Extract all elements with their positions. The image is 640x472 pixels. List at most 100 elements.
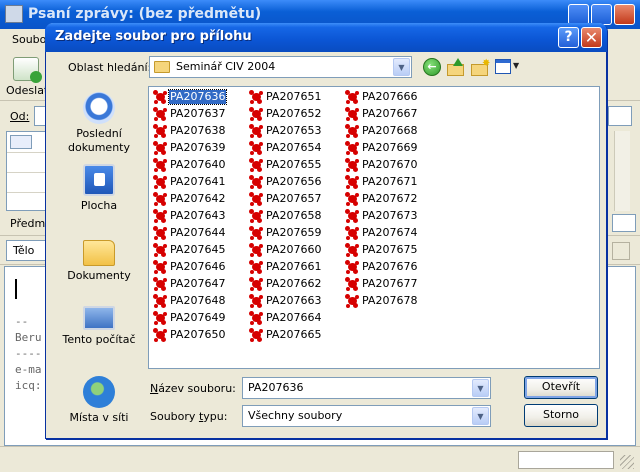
file-item[interactable]: PA207654 [247, 140, 339, 156]
file-item[interactable]: PA207649 [151, 310, 243, 326]
cancel-button[interactable]: Storno [524, 404, 598, 427]
place-network[interactable]: Místa v síti [55, 376, 143, 425]
file-item[interactable]: PA207665 [247, 327, 339, 343]
help-button[interactable]: ? [558, 27, 579, 48]
file-item[interactable]: PA207637 [151, 106, 243, 122]
red-file-icon [345, 90, 359, 104]
file-item[interactable]: PA207650 [151, 327, 243, 343]
file-item[interactable]: PA207666 [343, 89, 435, 105]
send-icon [13, 57, 42, 83]
file-item[interactable]: PA207675 [343, 242, 435, 258]
filename-input[interactable]: PA207636 ▼ [242, 377, 491, 399]
file-item[interactable]: PA207662 [247, 276, 339, 292]
file-name: PA207678 [362, 294, 418, 307]
file-item[interactable]: PA207664 [247, 310, 339, 326]
file-item[interactable]: PA207667 [343, 106, 435, 122]
attach-file-dialog: Zadejte soubor pro přílohu ? ✕ Oblast hl… [45, 23, 607, 439]
file-item[interactable]: PA207638 [151, 123, 243, 139]
file-name: PA207667 [362, 107, 418, 120]
file-item[interactable]: PA207652 [247, 106, 339, 122]
file-name: PA207671 [362, 175, 418, 188]
file-name: PA207665 [266, 328, 322, 341]
place-desktop[interactable]: Plocha [55, 164, 143, 213]
file-item[interactable]: PA207659 [247, 225, 339, 241]
from-dropdown[interactable] [608, 106, 632, 126]
file-item[interactable]: PA207676 [343, 259, 435, 275]
file-item[interactable]: PA207643 [151, 208, 243, 224]
red-file-icon [153, 277, 167, 291]
place-my-computer[interactable]: Tento počítač [55, 306, 143, 347]
body-format-select[interactable]: Tělo [6, 240, 48, 261]
file-item[interactable]: PA207658 [247, 208, 339, 224]
file-item[interactable]: PA207646 [151, 259, 243, 275]
filetype-label: Soubory typu: [150, 410, 228, 423]
chevron-down-icon[interactable]: ▼ [393, 58, 410, 76]
file-item[interactable]: PA207639 [151, 140, 243, 156]
file-item[interactable]: PA207657 [247, 191, 339, 207]
red-file-icon [249, 243, 263, 257]
red-file-icon [345, 124, 359, 138]
new-folder-icon[interactable]: ✸ [471, 58, 490, 76]
format-toolbar-button[interactable] [612, 242, 630, 260]
maximize-icon[interactable] [591, 4, 612, 25]
send-button[interactable]: Odeslat [6, 57, 48, 97]
red-file-icon [249, 311, 263, 325]
back-icon[interactable]: ← [423, 58, 441, 76]
file-item[interactable]: PA207647 [151, 276, 243, 292]
file-item[interactable]: PA207655 [247, 157, 339, 173]
file-item[interactable]: PA207674 [343, 225, 435, 241]
file-item[interactable]: PA207670 [343, 157, 435, 173]
file-item[interactable]: PA207636 [151, 89, 243, 105]
file-item[interactable]: PA207673 [343, 208, 435, 224]
file-item[interactable]: PA207660 [247, 242, 339, 258]
compose-title: Psaní zprávy: (bez předmětu) [28, 6, 262, 22]
minimize-icon[interactable] [568, 4, 589, 25]
file-item[interactable]: PA207640 [151, 157, 243, 173]
up-folder-icon[interactable] [447, 58, 466, 76]
file-item[interactable]: PA207678 [343, 293, 435, 309]
file-item[interactable]: PA207656 [247, 174, 339, 190]
recipient-type-dropdown[interactable] [10, 135, 32, 149]
filetype-dropdown[interactable]: Všechny soubory ▼ [242, 405, 491, 427]
resize-grip-icon[interactable] [620, 455, 634, 469]
file-name: PA207664 [266, 311, 322, 324]
place-documents[interactable]: Dokumenty [55, 234, 143, 283]
file-item[interactable]: PA207672 [343, 191, 435, 207]
place-recent-documents[interactable]: Poslední dokumenty [55, 92, 143, 155]
dialog-title-bar[interactable]: Zadejte soubor pro přílohu ? ✕ [45, 23, 607, 52]
red-file-icon [249, 294, 263, 308]
file-item[interactable]: PA207644 [151, 225, 243, 241]
file-item[interactable]: PA207645 [151, 242, 243, 258]
recipients-scroll-area [608, 131, 636, 211]
recipients-scrollbar[interactable] [614, 131, 630, 211]
open-button[interactable]: Otevřít [524, 376, 598, 399]
file-item[interactable]: PA207663 [247, 293, 339, 309]
file-list[interactable]: PA207636 PA207637 PA207638 PA207639 PA207640… [148, 86, 600, 369]
file-item[interactable]: PA207669 [343, 140, 435, 156]
look-in-dropdown[interactable]: Seminář CIV 2004 ▼ [149, 56, 412, 78]
recipients-list[interactable] [6, 131, 47, 211]
file-item[interactable]: PA207671 [343, 174, 435, 190]
file-item[interactable]: PA207651 [247, 89, 339, 105]
compose-status-bar [0, 446, 640, 472]
file-item[interactable]: PA207653 [247, 123, 339, 139]
signature-line: -- [15, 315, 29, 328]
close-button[interactable]: ✕ [581, 27, 602, 48]
file-name: PA207647 [170, 277, 226, 290]
computer-icon [83, 306, 115, 330]
file-name: PA207663 [266, 294, 322, 307]
view-menu-icon[interactable]: ▼ [495, 58, 521, 76]
file-item[interactable]: PA207641 [151, 174, 243, 190]
red-file-icon [249, 209, 263, 223]
chevron-down-icon[interactable]: ▼ [472, 379, 489, 397]
red-file-icon [345, 294, 359, 308]
file-item[interactable]: PA207648 [151, 293, 243, 309]
filename-value: PA207636 [248, 381, 304, 394]
file-item[interactable]: PA207677 [343, 276, 435, 292]
subject-field[interactable] [612, 214, 636, 232]
file-item[interactable]: PA207642 [151, 191, 243, 207]
compose-close-icon[interactable] [614, 4, 635, 25]
file-item[interactable]: PA207668 [343, 123, 435, 139]
chevron-down-icon[interactable]: ▼ [472, 407, 489, 425]
file-item[interactable]: PA207661 [247, 259, 339, 275]
